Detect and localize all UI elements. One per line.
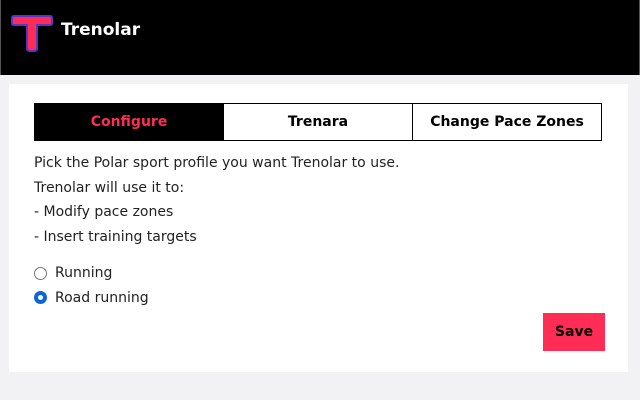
description-line: - Insert training targets [34, 228, 197, 245]
description-line: - Modify pace zones [34, 204, 174, 220]
trenolar-logo-icon [11, 15, 53, 52]
description-line: Pick the Polar sport profile you want Tr… [34, 155, 400, 171]
tab-trenara[interactable]: Trenara [223, 104, 412, 140]
save-button[interactable]: Save [543, 313, 605, 351]
app-header: Trenolar [0, 0, 640, 75]
sport-profile-options: Running Road running [34, 261, 149, 310]
option-road-running[interactable]: Road running [34, 286, 149, 311]
option-running[interactable]: Running [34, 261, 149, 286]
tab-change-pace-zones[interactable]: Change Pace Zones [412, 104, 601, 140]
option-label: Running [55, 265, 113, 282]
app-title: Trenolar [61, 20, 141, 40]
tab-configure[interactable]: Configure [35, 104, 223, 140]
option-label: Road running [55, 289, 149, 306]
road-running-radio[interactable] [34, 291, 47, 305]
description-line: Trenolar will use it to: [34, 179, 185, 196]
main-card: Configure Trenara Change Pace Zones Pick… [9, 84, 628, 372]
running-radio[interactable] [34, 266, 47, 280]
description-text: Pick the Polar sport profile you want Tr… [34, 151, 399, 249]
tab-bar: Configure Trenara Change Pace Zones [34, 103, 602, 141]
